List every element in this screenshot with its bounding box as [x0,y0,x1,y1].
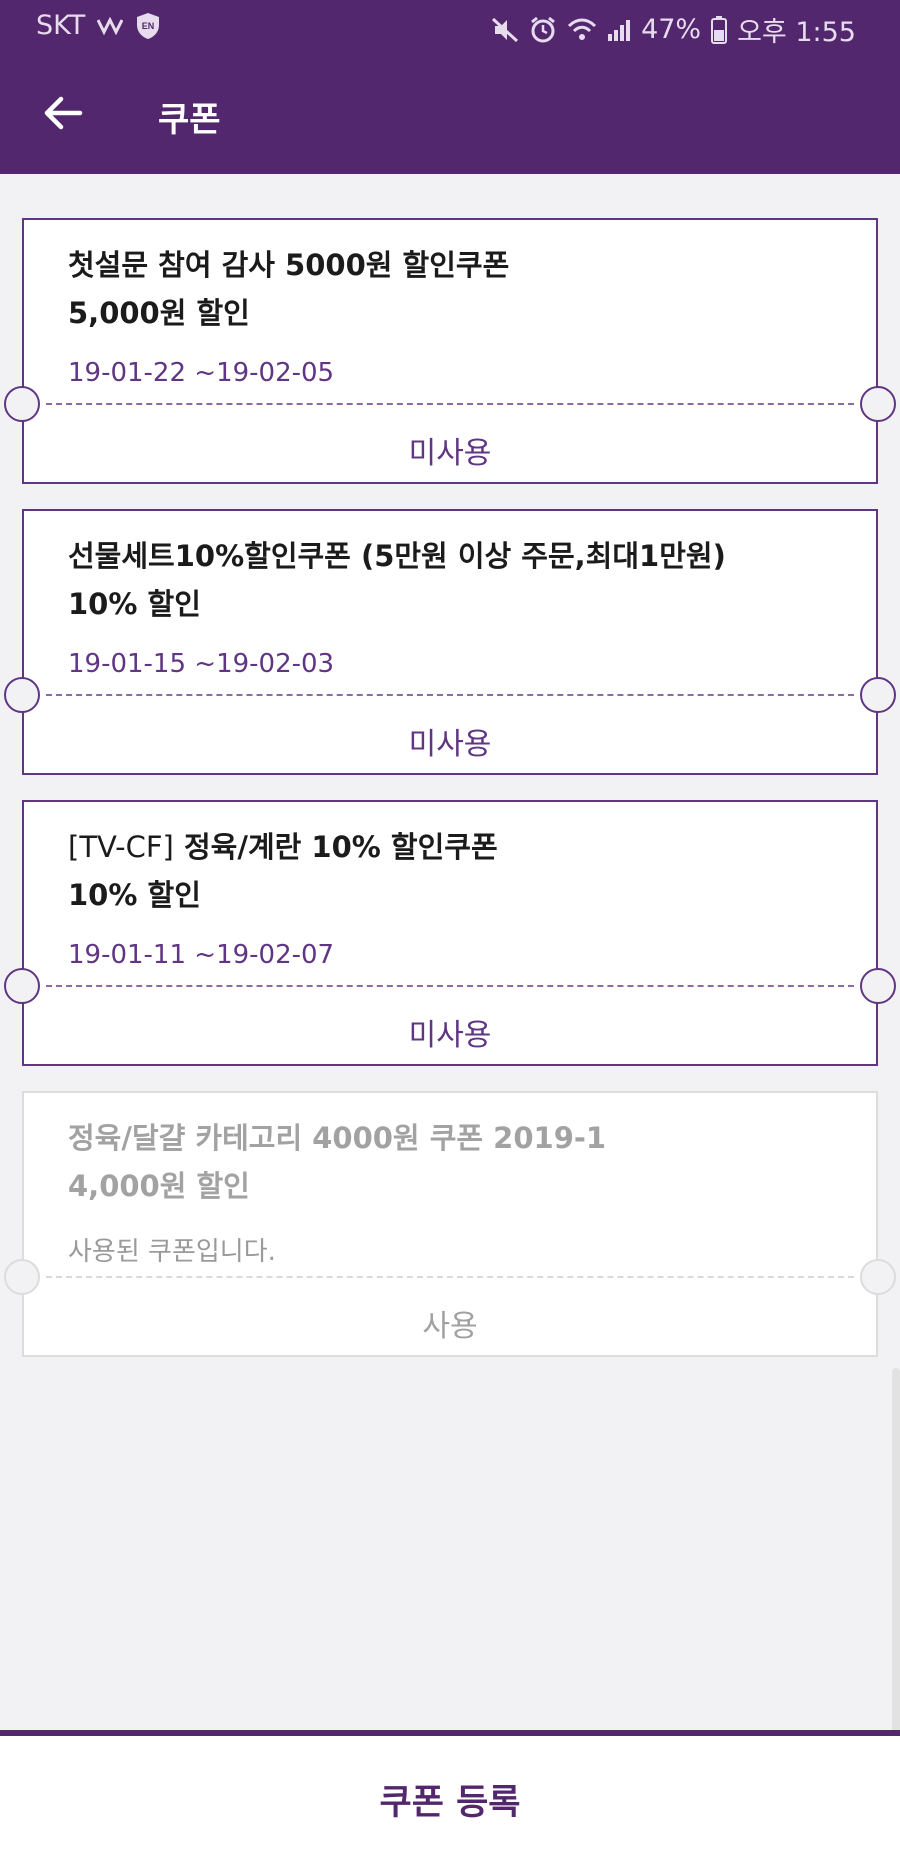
carrier-label: SKT [36,10,86,41]
coupon-divider [46,403,854,405]
coupon-status: 사용 [422,1309,478,1344]
register-coupon-button[interactable]: 쿠폰 등록 [0,1774,900,1825]
alarm-icon [529,16,557,44]
coupon-divider [46,985,854,987]
scrollbar[interactable] [892,1368,900,1746]
battery-icon [711,15,728,44]
app-bar: 쿠폰 [0,56,900,174]
signal-icon [607,18,631,42]
coupon-card-used[interactable]: 정육/달걀 카테고리 4000원 쿠폰 2019-1 4,000원 할인 사용된… [4,1091,896,1357]
coupon-title: [TV-CF] 정육/계란 10% 할인쿠폰 [68,830,498,864]
back-button[interactable] [38,92,88,138]
coupon-period: 19-01-15 ~19-02-03 [68,649,335,679]
coupon-card[interactable]: 첫설문 참여 감사 5000원 할인쿠폰 5,000원 할인 19-01-22 … [4,218,896,484]
coupon-discount: 4,000원 할인 [68,1169,250,1203]
coupon-card[interactable]: 선물세트10%할인쿠폰 (5만원 이상 주문,최대1만원) 10% 할인 19-… [4,509,896,775]
coupon-used-note: 사용된 쿠폰입니다. [68,1237,276,1267]
coupon-notch-left [4,386,40,422]
coupon-title: 선물세트10%할인쿠폰 (5만원 이상 주문,최대1만원) [68,539,726,573]
coupon-divider [46,1276,854,1278]
coupon-notch-right [860,1259,896,1295]
coupon-notch-right [860,677,896,713]
wifi-icon [567,18,597,42]
coupon-period: 19-01-11 ~19-02-07 [68,940,335,970]
vpn-icon [97,16,124,35]
coupon-notch-left [4,677,40,713]
mute-icon [491,17,519,43]
coupon-notch-right [860,968,896,1004]
battery-percent: 47% [641,14,702,45]
coupon-title: 정육/달걀 카테고리 4000원 쿠폰 2019-1 [68,1121,607,1155]
page-title: 쿠폰 [158,100,221,140]
coupon-notch-right [860,386,896,422]
clock-time: 오후 1:55 [737,17,856,48]
shield-icon: EN [135,12,161,40]
coupon-status: 미사용 [408,1018,492,1053]
coupon-discount: 10% 할인 [68,587,201,621]
arrow-left-icon [43,96,83,134]
coupon-card[interactable]: [TV-CF] 정육/계란 10% 할인쿠폰 10% 할인 19-01-11 ~… [4,800,896,1066]
svg-text:EN: EN [142,21,155,31]
coupon-status: 미사용 [408,436,492,471]
coupon-status: 미사용 [408,727,492,762]
coupon-discount: 5,000원 할인 [68,296,250,330]
coupon-title: 첫설문 참여 감사 5000원 할인쿠폰 [68,248,510,282]
coupon-divider [46,694,854,696]
coupon-notch-left [4,968,40,1004]
bottom-bar: 쿠폰 등록 [0,1730,900,1850]
coupon-discount: 10% 할인 [68,878,201,912]
coupon-notch-left [4,1259,40,1295]
coupon-period: 19-01-22 ~19-02-05 [68,358,335,388]
status-bar: SKT EN 47% 오후 1:55 [0,0,900,56]
